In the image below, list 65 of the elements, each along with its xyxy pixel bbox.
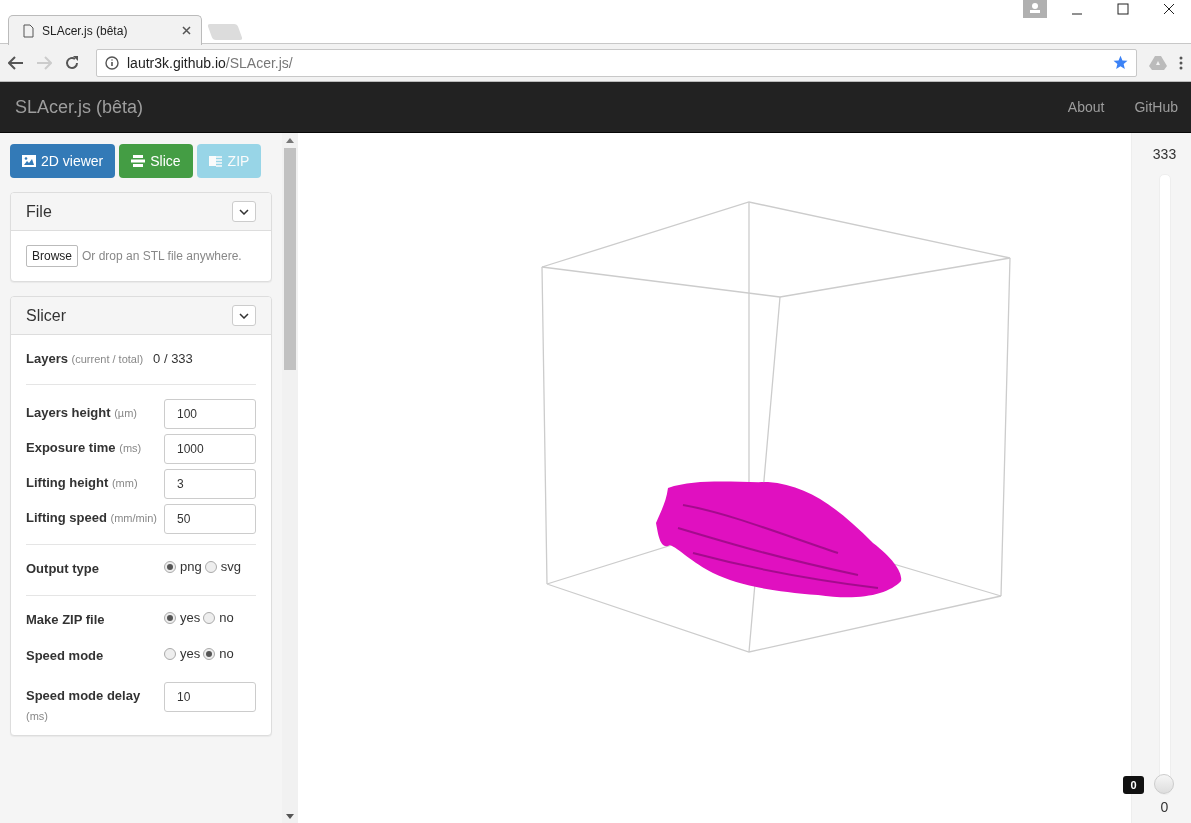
brand-title[interactable]: SLAcer.js (bêta) bbox=[15, 96, 1038, 118]
field-label: Speed mode bbox=[26, 647, 105, 665]
close-icon[interactable] bbox=[182, 26, 191, 35]
slider-thumb[interactable] bbox=[1153, 774, 1174, 794]
min-layer-label: 0 bbox=[1160, 799, 1169, 815]
viewer-button[interactable]: 2D viewer bbox=[10, 144, 116, 178]
radio-button[interactable] bbox=[164, 560, 176, 573]
field-label: Lifting speed (mm/min) bbox=[26, 509, 158, 527]
address-bar[interactable]: lautr3k.github.io/SLAcer.js/ bbox=[96, 48, 1137, 77]
number-input[interactable]: 10 bbox=[164, 682, 256, 712]
field-label: Lifting height (mm) bbox=[26, 474, 139, 492]
field-label: Output type bbox=[26, 560, 100, 578]
chevron-down-icon bbox=[239, 312, 249, 319]
browse-button[interactable]: Browse bbox=[26, 245, 78, 267]
panel-title: File bbox=[26, 202, 53, 221]
number-input[interactable]: 1000 bbox=[164, 434, 256, 464]
collapse-button[interactable] bbox=[232, 305, 256, 326]
menu-icon[interactable] bbox=[1179, 55, 1183, 70]
url-text: lautr3k.github.io/SLAcer.js/ bbox=[127, 54, 293, 71]
user-icon[interactable] bbox=[1023, 0, 1047, 18]
close-icon[interactable] bbox=[1163, 3, 1175, 15]
scroll-up-icon[interactable] bbox=[286, 138, 294, 143]
radio-label: png bbox=[180, 559, 202, 574]
radio-label: no bbox=[219, 610, 234, 625]
radio-button[interactable] bbox=[204, 560, 217, 573]
scrollbar[interactable] bbox=[282, 133, 298, 823]
radio-button[interactable] bbox=[164, 647, 176, 660]
field-label: Make ZIP file bbox=[26, 611, 106, 629]
layers-icon bbox=[131, 155, 146, 167]
layer-tooltip: 0 bbox=[1123, 776, 1144, 794]
image-icon bbox=[22, 155, 36, 167]
nav-link[interactable]: About bbox=[1067, 99, 1105, 115]
page-icon bbox=[23, 23, 34, 38]
field-label: Layers height (µm) bbox=[26, 404, 138, 422]
radio-label: svg bbox=[220, 559, 241, 574]
radio-label: yes bbox=[180, 646, 201, 661]
field-label: Speed mode delay (ms) bbox=[26, 687, 142, 724]
info-icon bbox=[105, 55, 119, 70]
number-input[interactable]: 100 bbox=[164, 399, 256, 429]
radio-button[interactable] bbox=[164, 611, 176, 624]
layer-count: 0 / 333 bbox=[153, 350, 194, 368]
star-icon[interactable] bbox=[1113, 55, 1128, 70]
drop-hint: Or drop an STL file anywhere. bbox=[82, 249, 242, 263]
archive-icon bbox=[208, 155, 223, 167]
nav-link[interactable]: GitHub bbox=[1134, 99, 1178, 115]
collapse-button[interactable] bbox=[232, 201, 256, 222]
panel-title: Slicer bbox=[26, 306, 67, 325]
number-input[interactable]: 50 bbox=[164, 504, 256, 534]
scroll-down-icon[interactable] bbox=[286, 814, 294, 819]
chevron-down-icon bbox=[239, 208, 249, 215]
maximize-icon[interactable] bbox=[1117, 3, 1129, 15]
radio-label: yes bbox=[180, 610, 201, 625]
drive-icon[interactable] bbox=[1149, 54, 1167, 71]
max-layer-label: 333 bbox=[1152, 146, 1177, 162]
radio-button[interactable] bbox=[203, 611, 216, 624]
field-label: Layers (current / total) bbox=[26, 350, 144, 368]
radio-label: no bbox=[219, 646, 234, 661]
field-label: Exposure time (ms) bbox=[26, 439, 143, 457]
browser-tab[interactable]: SLAcer.js (bêta) bbox=[8, 15, 202, 45]
scrollbar-thumb[interactable] bbox=[284, 148, 296, 370]
radio-button[interactable] bbox=[203, 647, 216, 660]
reload-icon[interactable] bbox=[64, 54, 80, 71]
back-arrow-icon[interactable] bbox=[8, 55, 24, 70]
tab-title: SLAcer.js (bêta) bbox=[42, 23, 129, 38]
number-input[interactable]: 3 bbox=[164, 469, 256, 499]
